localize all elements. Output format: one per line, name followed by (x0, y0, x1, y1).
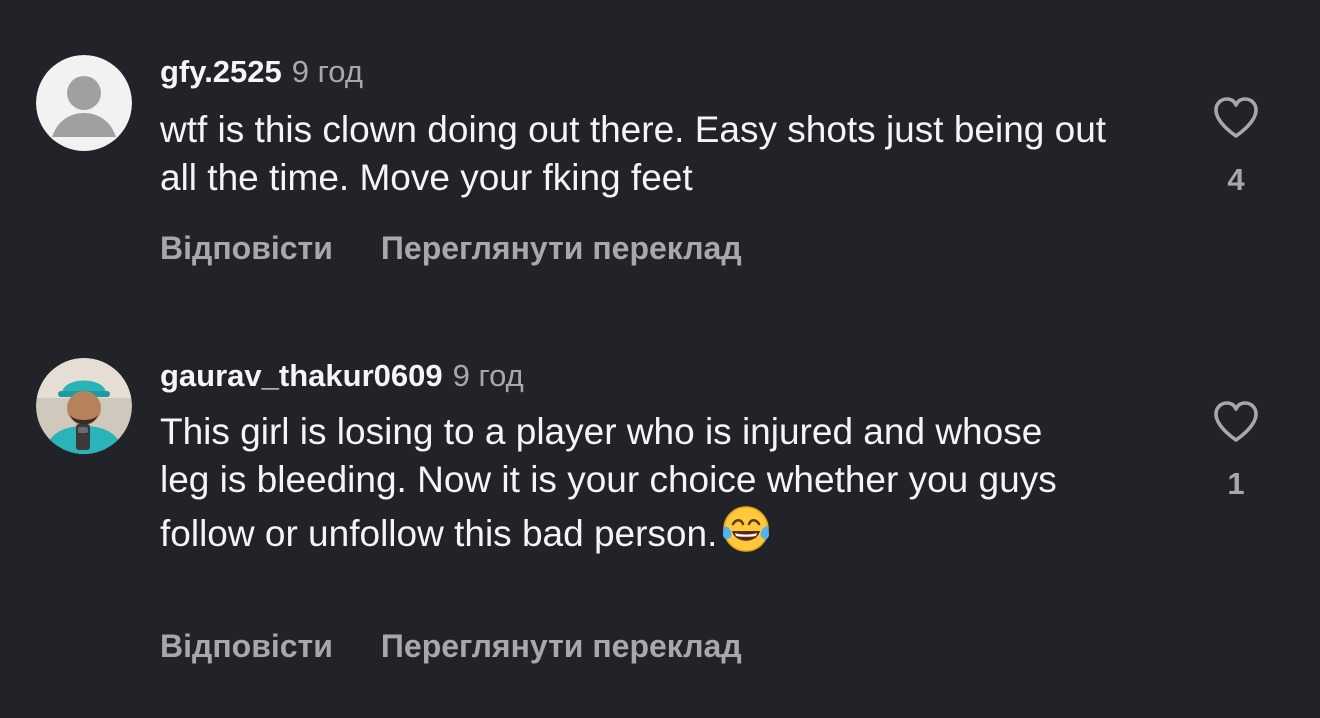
comment-text: wtf is this clown doing out there. Easy … (160, 106, 1140, 202)
comment-item: gaurav_thakur0609 9 год This girl is losi… (0, 300, 1320, 718)
like-count: 1 (1227, 466, 1245, 501)
see-translation-button[interactable]: Переглянути переклад (381, 628, 742, 664)
heart-icon[interactable] (1212, 400, 1260, 444)
timestamp: 9 год (291, 54, 363, 89)
username-link[interactable]: gaurav_thakur0609 (160, 358, 443, 393)
avatar[interactable] (36, 358, 132, 454)
comment-item: gfy.2525 9 год wtf is this clown doing ou… (0, 0, 1320, 300)
reply-button[interactable]: Відповісти (160, 230, 333, 266)
like-control: 1 (1200, 400, 1272, 502)
see-translation-button[interactable]: Переглянути переклад (381, 230, 742, 266)
heart-icon[interactable] (1212, 96, 1260, 140)
default-avatar-icon (36, 55, 132, 151)
face-with-tears-of-joy-icon (721, 504, 771, 566)
comment-header: gfy.2525 9 год (160, 54, 363, 90)
reply-button[interactable]: Відповісти (160, 628, 333, 664)
like-count: 4 (1227, 162, 1245, 197)
comment-actions: Відповісти Переглянути переклад (160, 626, 742, 666)
like-control: 4 (1200, 96, 1272, 198)
timestamp: 9 год (452, 358, 524, 393)
comment-body: wtf is this clown doing out there. Easy … (160, 109, 1107, 198)
comment-body: This girl is losing to a player who is i… (160, 411, 1057, 554)
comment-actions: Відповісти Переглянути переклад (160, 228, 742, 268)
user-photo (36, 358, 132, 454)
avatar[interactable] (36, 55, 132, 151)
username-link[interactable]: gfy.2525 (160, 54, 282, 89)
comment-text: This girl is losing to a player who is i… (160, 408, 1060, 566)
comment-header: gaurav_thakur0609 9 год (160, 358, 524, 394)
